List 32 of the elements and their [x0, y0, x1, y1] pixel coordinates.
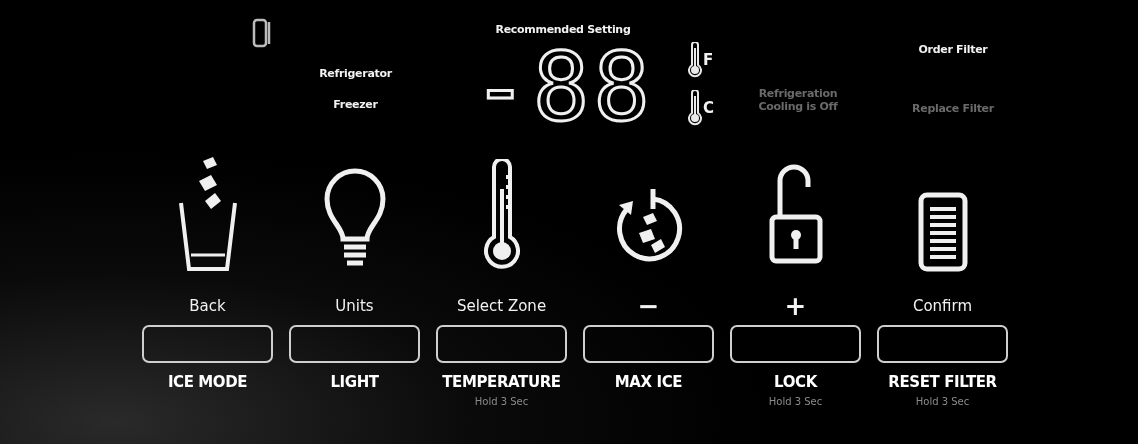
button-label: MAX ICE	[614, 372, 683, 393]
button-label: ICE MODE	[167, 372, 248, 393]
button-caption: Units	[335, 296, 374, 317]
button-caption: Confirm	[912, 296, 973, 317]
hold-hint: Hold 3 Sec	[915, 394, 970, 409]
hold-hint: Hold 3 Sec	[768, 394, 823, 409]
button-caption: Back	[189, 296, 226, 317]
zone-label: Refrigerator	[319, 66, 392, 82]
button-symbol: −	[637, 295, 660, 317]
filter-status: Order Filter	[918, 42, 988, 58]
button-label: TEMPERATURE	[442, 372, 561, 393]
hold-hint: Hold 3 Sec	[474, 394, 529, 409]
unit-label: C	[703, 97, 714, 119]
touch-button[interactable]	[142, 325, 273, 363]
zone-label: Freezer	[333, 96, 378, 113]
filter-status: Replace Filter	[912, 100, 994, 117]
touch-button[interactable]	[436, 325, 567, 363]
button-label: LIGHT	[330, 372, 379, 393]
touch-button[interactable]	[289, 325, 420, 363]
thermometer-icon	[688, 90, 702, 126]
button-label: LOCK	[774, 372, 817, 393]
thermometer-icon	[688, 42, 702, 78]
cooling-notice: Refrigeration Cooling is Off	[757, 88, 839, 114]
button-caption: Select Zone	[456, 296, 547, 317]
temperature-display: -88	[472, 40, 654, 135]
unit-label: F	[703, 49, 714, 71]
touch-button[interactable]	[877, 325, 1008, 363]
display-caption: Recommended Setting	[495, 22, 631, 38]
button-label: RESET FILTER	[888, 372, 997, 393]
touch-button[interactable]	[730, 325, 861, 363]
touch-button[interactable]	[583, 325, 714, 363]
button-symbol: +	[784, 295, 807, 317]
